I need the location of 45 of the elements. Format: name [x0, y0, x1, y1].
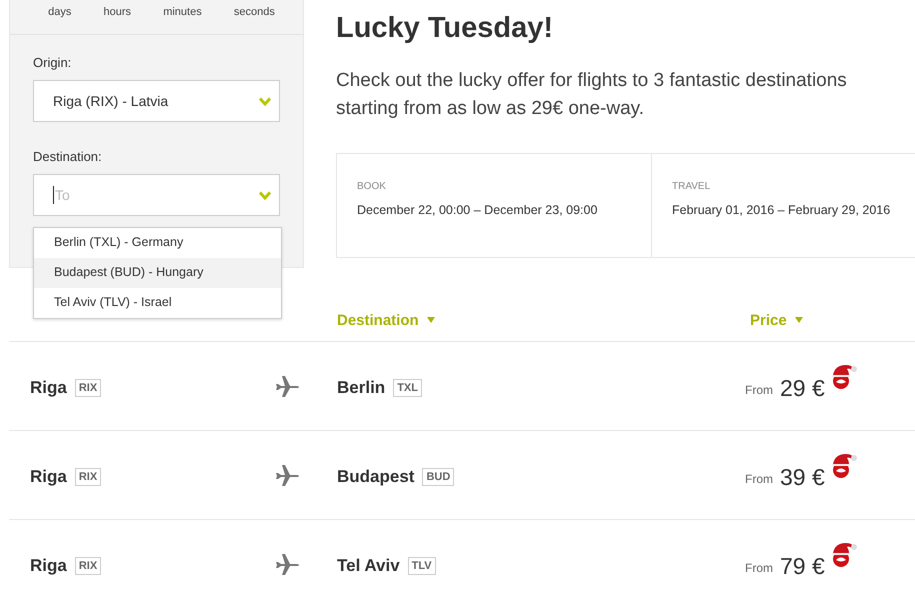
- price-prefix: From: [745, 472, 773, 486]
- dropdown-option[interactable]: Budapest (BUD) - Hungary: [34, 258, 281, 288]
- origin-label: Origin:: [33, 55, 72, 70]
- price-prefix: From: [745, 383, 773, 397]
- dropdown-option[interactable]: Tel Aviv (TLV) - Israel: [34, 288, 281, 318]
- dropdown-option[interactable]: Berlin (TXL) - Germany: [34, 228, 281, 258]
- offer-title: Lucky Tuesday!: [336, 11, 554, 46]
- countdown-unit-label: days: [48, 6, 72, 20]
- airport-code: TLV: [408, 557, 436, 575]
- santa-hat-logo-icon: [832, 541, 858, 569]
- period-label: TRAVEL: [672, 181, 710, 192]
- sort-arrow-icon: [794, 317, 803, 323]
- destination-city: Tel Aviv: [337, 556, 400, 576]
- offer-description: Check out the lucky offer for flights to 3 fantastic destinations starting from as low as 29€ one-way.: [336, 69, 848, 121]
- countdown-unit-label: seconds: [234, 6, 275, 20]
- text-cursor: [53, 186, 54, 204]
- airplane-icon: [275, 552, 299, 574]
- destination-label: Destination:: [33, 149, 103, 164]
- countdown-unit-label: minutes: [163, 6, 202, 20]
- airport-code: RIX: [74, 557, 102, 575]
- sort-arrow-icon: [426, 317, 435, 323]
- santa-hat-logo-icon: [832, 452, 858, 480]
- price-amount: 79 €: [780, 552, 825, 580]
- countdown-unit-label: hours: [104, 6, 132, 20]
- chevron-icon: [259, 190, 271, 200]
- airport-code: TXL: [393, 379, 422, 397]
- price-amount: 39 €: [780, 464, 825, 490]
- origin-select[interactable]: Riga (RIX) - Latvia: [33, 80, 280, 122]
- airplane-icon: [275, 374, 299, 396]
- airport-code: RIX: [74, 379, 102, 397]
- airport-code: RIX: [74, 468, 102, 486]
- destination-city: Berlin: [337, 378, 386, 398]
- origin-city: Riga: [30, 378, 67, 398]
- period-dates: December 22, 00:00 – December 23, 09:00: [357, 203, 598, 217]
- period-label: BOOK: [357, 181, 386, 192]
- destination-city: Budapest: [337, 467, 414, 487]
- santa-hat-logo-icon: [832, 363, 858, 391]
- period-dates: February 01, 2016 – February 29, 2016: [672, 203, 890, 217]
- price-amount: 29 €: [780, 374, 825, 402]
- airplane-icon: [275, 464, 299, 486]
- origin-city: Riga: [30, 556, 67, 576]
- airport-code: BUD: [422, 468, 454, 486]
- origin-city: Riga: [30, 467, 67, 487]
- chevron-icon: [259, 96, 271, 106]
- price-prefix: From: [745, 561, 773, 575]
